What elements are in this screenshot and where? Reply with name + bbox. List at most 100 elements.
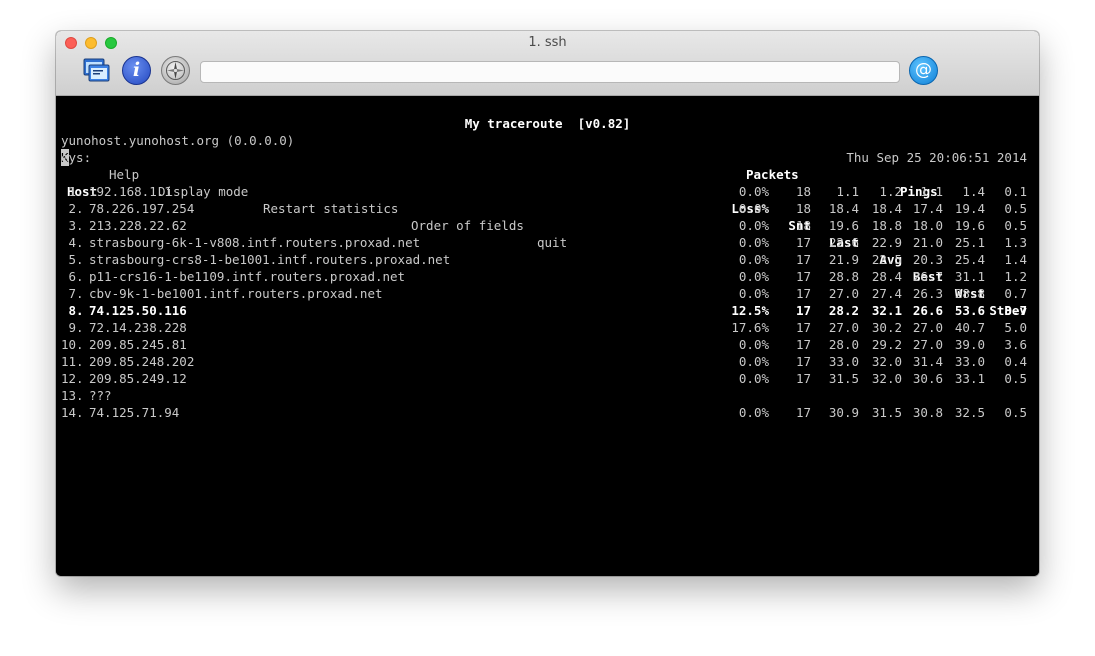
- hop-stdev: 5.0: [1004, 320, 1027, 335]
- hop-best: 30.6: [912, 371, 943, 386]
- hop-loss: 17.6%: [731, 320, 769, 335]
- hop-stdev: 1.2: [1004, 269, 1027, 284]
- hop-host: 72.14.238.228: [89, 320, 187, 335]
- table-row: 8. 74.125.50.116 12.5% 17 28.2 32.1 26.6 53.6 8.…: [56, 302, 1039, 319]
- table-row: 2. 78.226.197.254 0.0% 18 18.4 18.4 17.4 19.4 0.…: [56, 200, 1039, 217]
- hop-host: 209.85.249.12: [89, 371, 187, 386]
- hop-last: 33.0: [828, 354, 859, 369]
- hop-number: 1.: [61, 184, 84, 199]
- hop-number: 6.: [61, 269, 84, 284]
- hop-last: 28.2: [828, 303, 859, 318]
- table-row: 1. 192.168.1.1 0.0% 18 1.1 1.2 1.1 1.4 0.1: [56, 183, 1039, 200]
- hop-avg: 1.2: [879, 184, 902, 199]
- table-row: 4. strasbourg-6k-1-v808.intf.routers.prox…: [56, 234, 1039, 251]
- hop-wrst: 33.1: [954, 371, 985, 386]
- hop-loss: 12.5%: [731, 303, 769, 318]
- hop-wrst: 53.6: [954, 303, 985, 318]
- hop-stdev: 0.5: [1004, 371, 1027, 386]
- hop-number: 13.: [61, 388, 84, 403]
- hop-snt: 17: [795, 286, 811, 301]
- hop-number: 5.: [61, 252, 84, 267]
- hop-host: 74.125.71.94: [89, 405, 180, 420]
- table-row: 7. cbv-9k-1-be1001.intf.routers.proxad.ne…: [56, 285, 1039, 302]
- hop-snt: 17: [795, 320, 811, 335]
- hop-stdev: 3.6: [1004, 337, 1027, 352]
- hop-best: 26.3: [912, 286, 943, 301]
- hop-host: 74.125.50.116: [89, 303, 187, 318]
- hop-stdev: 0.1: [1004, 184, 1027, 199]
- hop-snt: 17: [795, 269, 811, 284]
- hop-last: 19.6: [828, 218, 859, 233]
- hop-wrst: 19.4: [954, 201, 985, 216]
- hop-host: 192.168.1.1: [89, 184, 172, 199]
- hop-loss: 0.0%: [738, 218, 769, 233]
- hop-avg: 22.5: [871, 252, 902, 267]
- table-row: 12. 209.85.249.12 0.0% 17 31.5 32.0 30.6 33.1 0.…: [56, 370, 1039, 387]
- hop-number: 3.: [61, 218, 84, 233]
- hop-last: 27.0: [828, 320, 859, 335]
- hop-avg: 18.8: [871, 218, 902, 233]
- info-icon[interactable]: i: [122, 56, 151, 85]
- table-row: 10. 209.85.245.81 0.0% 17 28.0 29.2 27.0 39.0 3.…: [56, 336, 1039, 353]
- compass-icon[interactable]: [161, 56, 190, 85]
- ssh-windows-icon[interactable]: [82, 56, 111, 85]
- hop-host: cbv-9k-1-be1001.intf.routers.proxad.net: [89, 286, 383, 301]
- table-header: Host Loss% Snt Last Avg Best Wrst StDev: [56, 166, 1039, 318]
- hop-number: 11.: [61, 354, 84, 369]
- hop-host: strasbourg-crs8-1-be1001.intf.routers.pr…: [89, 252, 451, 267]
- hop-host: 213.228.22.62: [89, 218, 187, 233]
- hop-number: 14.: [61, 405, 84, 420]
- hop-last: 28.8: [828, 269, 859, 284]
- hop-number: 4.: [61, 235, 84, 250]
- hop-avg: 22.9: [871, 235, 902, 250]
- hop-host: 209.85.245.81: [89, 337, 187, 352]
- hop-loss: 0.0%: [738, 201, 769, 216]
- hop-loss: 0.0%: [738, 354, 769, 369]
- hop-loss: 0.0%: [738, 184, 769, 199]
- hop-host: 209.85.248.202: [89, 354, 195, 369]
- hop-host: ???: [89, 388, 112, 403]
- table-row: 13.???: [56, 387, 1039, 404]
- hop-avg: 31.5: [871, 405, 902, 420]
- hop-best: 27.0: [912, 337, 943, 352]
- hop-number: 2.: [61, 201, 84, 216]
- hop-stdev: 1.4: [1004, 252, 1027, 267]
- hop-snt: 17: [795, 303, 811, 318]
- hop-best: 20.3: [912, 252, 943, 267]
- title-bar: 1. ssh i @: [56, 31, 1039, 96]
- hop-stdev: 0.5: [1004, 201, 1027, 216]
- hop-avg: 18.4: [871, 201, 902, 216]
- hop-wrst: 28.8: [954, 286, 985, 301]
- hop-wrst: 19.6: [954, 218, 985, 233]
- terminal-window: 1. ssh i @ My traceroute [v0.82] yunohos…: [56, 31, 1039, 576]
- hop-avg: 30.2: [871, 320, 902, 335]
- hop-wrst: 32.5: [954, 405, 985, 420]
- hop-wrst: 39.0: [954, 337, 985, 352]
- hop-wrst: 31.1: [954, 269, 985, 284]
- hop-loss: 0.0%: [738, 405, 769, 420]
- at-icon[interactable]: @: [909, 56, 938, 85]
- hop-last: 21.9: [828, 252, 859, 267]
- hop-snt: 18: [795, 218, 811, 233]
- hop-best: 18.0: [912, 218, 943, 233]
- hop-avg: 32.0: [871, 354, 902, 369]
- hop-wrst: 1.4: [962, 184, 985, 199]
- hop-snt: 17: [795, 371, 811, 386]
- address-field[interactable]: [200, 61, 900, 83]
- hop-wrst: 33.0: [954, 354, 985, 369]
- hop-stdev: 0.7: [1004, 286, 1027, 301]
- hop-snt: 18: [795, 201, 811, 216]
- hop-last: 31.5: [828, 371, 859, 386]
- hop-avg: 32.0: [871, 371, 902, 386]
- hop-wrst: 25.4: [954, 252, 985, 267]
- hop-snt: 17: [795, 354, 811, 369]
- hop-snt: 18: [795, 184, 811, 199]
- hop-number: 12.: [61, 371, 84, 386]
- table-row: 6. p11-crs16-1-be1109.intf.routers.proxad…: [56, 268, 1039, 285]
- hop-stdev: 0.5: [1004, 218, 1027, 233]
- table-row: 3. 213.228.22.62 0.0% 18 19.6 18.8 18.0 19.6 0.5: [56, 217, 1039, 234]
- terminal-content[interactable]: My traceroute [v0.82] yunohost.yunohost.…: [56, 96, 1039, 576]
- hop-best: 27.0: [912, 320, 943, 335]
- hop-snt: 17: [795, 235, 811, 250]
- hop-number: 10.: [61, 337, 84, 352]
